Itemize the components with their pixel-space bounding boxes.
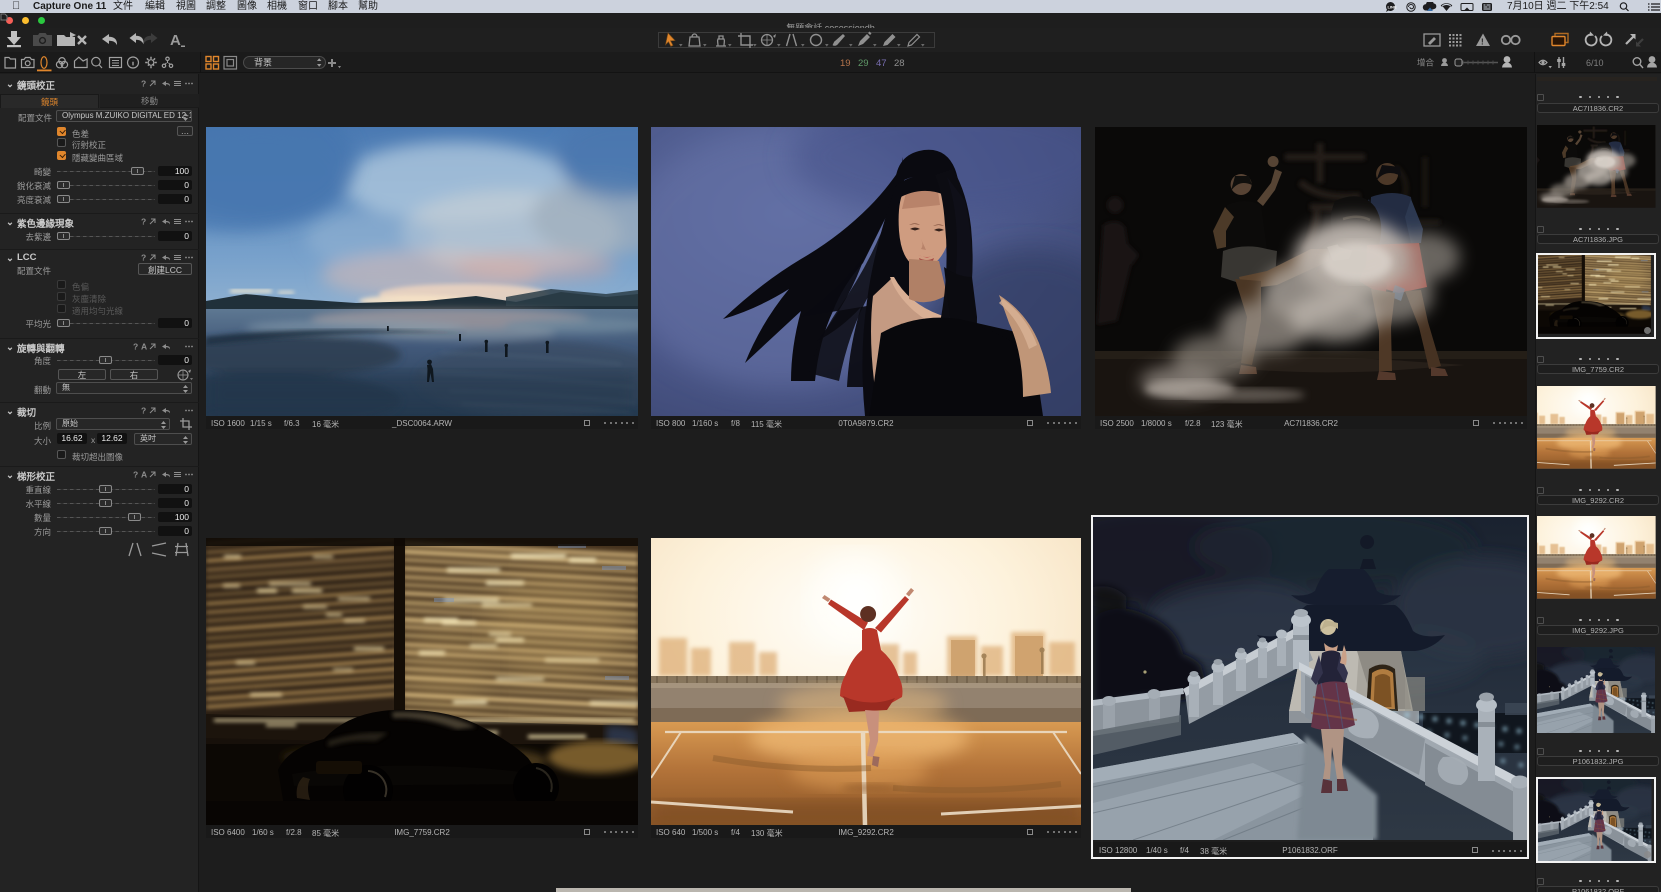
svg-text:背景: 背景 (254, 57, 272, 68)
svg-text:28: 28 (894, 58, 905, 69)
svg-text:6/10: 6/10 (1586, 58, 1604, 68)
svg-text:A: A (141, 470, 147, 480)
svg-text:?: ? (133, 470, 138, 480)
svg-text:?: ? (141, 253, 146, 263)
svg-text:?: ? (141, 217, 146, 227)
svg-text:?: ? (141, 79, 146, 89)
svg-text:增合: 增合 (1417, 58, 1435, 68)
svg-text:A: A (170, 32, 181, 49)
svg-text:!: ! (1481, 38, 1484, 47)
svg-text:?: ? (133, 342, 138, 352)
svg-text:29: 29 (858, 58, 869, 69)
svg-text:LINE: LINE (1388, 4, 1397, 9)
svg-text:47: 47 (876, 58, 887, 69)
svg-text:?: ? (141, 406, 146, 416)
svg-text:19: 19 (840, 58, 851, 69)
svg-text:A: A (141, 342, 147, 352)
